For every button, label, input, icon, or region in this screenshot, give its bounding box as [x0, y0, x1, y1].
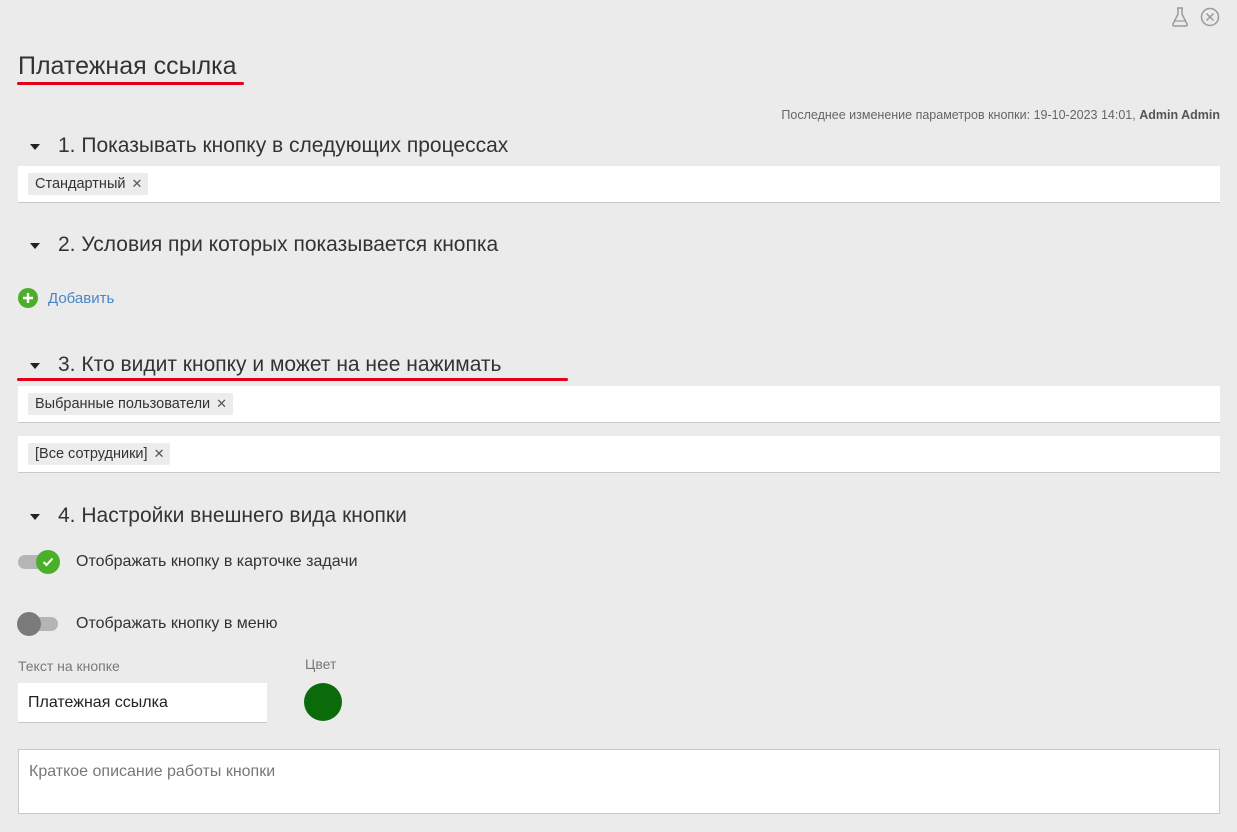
page-title: Платежная ссылка	[18, 52, 237, 80]
caret-down-icon	[30, 514, 40, 520]
toggle-knob	[17, 612, 41, 636]
color-swatch[interactable]	[304, 683, 342, 721]
toggle-show-in-menu-label: Отображать кнопку в меню	[76, 615, 278, 632]
section-3-title: 3. Кто видит кнопку и может на нее нажим…	[58, 353, 502, 376]
section-4-header[interactable]: 4. Настройки внешнего вида кнопки	[30, 504, 407, 528]
section-4-title: 4. Настройки внешнего вида кнопки	[58, 504, 407, 527]
toggle-knob	[36, 550, 60, 574]
caret-down-icon	[30, 243, 40, 249]
section-3-header[interactable]: 3. Кто видит кнопку и может на нее нажим…	[30, 353, 502, 377]
description-textarea[interactable]	[18, 749, 1220, 814]
add-condition-button[interactable]: Добавить	[18, 288, 114, 308]
remove-tag-icon[interactable]: ✕	[216, 396, 227, 412]
visibility-type-field[interactable]: Выбранные пользователи ✕	[18, 386, 1220, 423]
plus-circle-icon	[18, 288, 38, 308]
caret-down-icon	[30, 144, 40, 150]
flask-icon[interactable]	[1169, 6, 1191, 28]
process-tag: Стандартный ✕	[28, 173, 149, 195]
last-modified-text: Последнее изменение параметров кнопки: 1…	[781, 108, 1136, 122]
check-icon	[42, 557, 54, 567]
button-text-label: Текст на кнопке	[18, 658, 120, 674]
title-highlight-underline	[17, 82, 244, 85]
caret-down-icon	[30, 363, 40, 369]
processes-field[interactable]: Стандартный ✕	[18, 166, 1220, 203]
color-label: Цвет	[305, 656, 337, 672]
toggle-show-in-card[interactable]: Отображать кнопку в карточке задачи	[18, 550, 358, 574]
toggle-show-in-card-label: Отображать кнопку в карточке задачи	[76, 553, 358, 570]
top-actions	[1169, 6, 1221, 28]
visibility-user-tag: [Все сотрудники] ✕	[28, 443, 171, 465]
remove-tag-icon[interactable]: ✕	[131, 176, 142, 192]
visibility-user-tag-label: [Все сотрудники]	[35, 446, 148, 462]
add-condition-label: Добавить	[48, 289, 115, 307]
section-1-header[interactable]: 1. Показывать кнопку в следующих процесс…	[30, 134, 508, 158]
visibility-type-tag-label: Выбранные пользователи	[35, 396, 211, 412]
visibility-type-tag: Выбранные пользователи ✕	[28, 393, 234, 415]
process-tag-label: Стандартный	[35, 176, 126, 192]
last-modified-info: Последнее изменение параметров кнопки: 1…	[781, 108, 1220, 122]
toggle-show-in-menu[interactable]: Отображать кнопку в меню	[17, 612, 278, 636]
section-1-title: 1. Показывать кнопку в следующих процесс…	[58, 134, 509, 157]
remove-tag-icon[interactable]: ✕	[154, 446, 165, 462]
close-circle-icon[interactable]	[1199, 6, 1221, 28]
button-text-input[interactable]	[18, 683, 267, 723]
toggle-switch[interactable]	[17, 612, 60, 636]
section-2-title: 2. Условия при которых показывается кноп…	[58, 233, 499, 256]
section-2-header[interactable]: 2. Условия при которых показывается кноп…	[30, 233, 498, 257]
last-modified-user: Admin Admin	[1139, 108, 1220, 122]
toggle-switch[interactable]	[18, 550, 60, 574]
visibility-users-field[interactable]: [Все сотрудники] ✕	[18, 436, 1220, 473]
section-3-highlight-underline	[17, 378, 568, 381]
